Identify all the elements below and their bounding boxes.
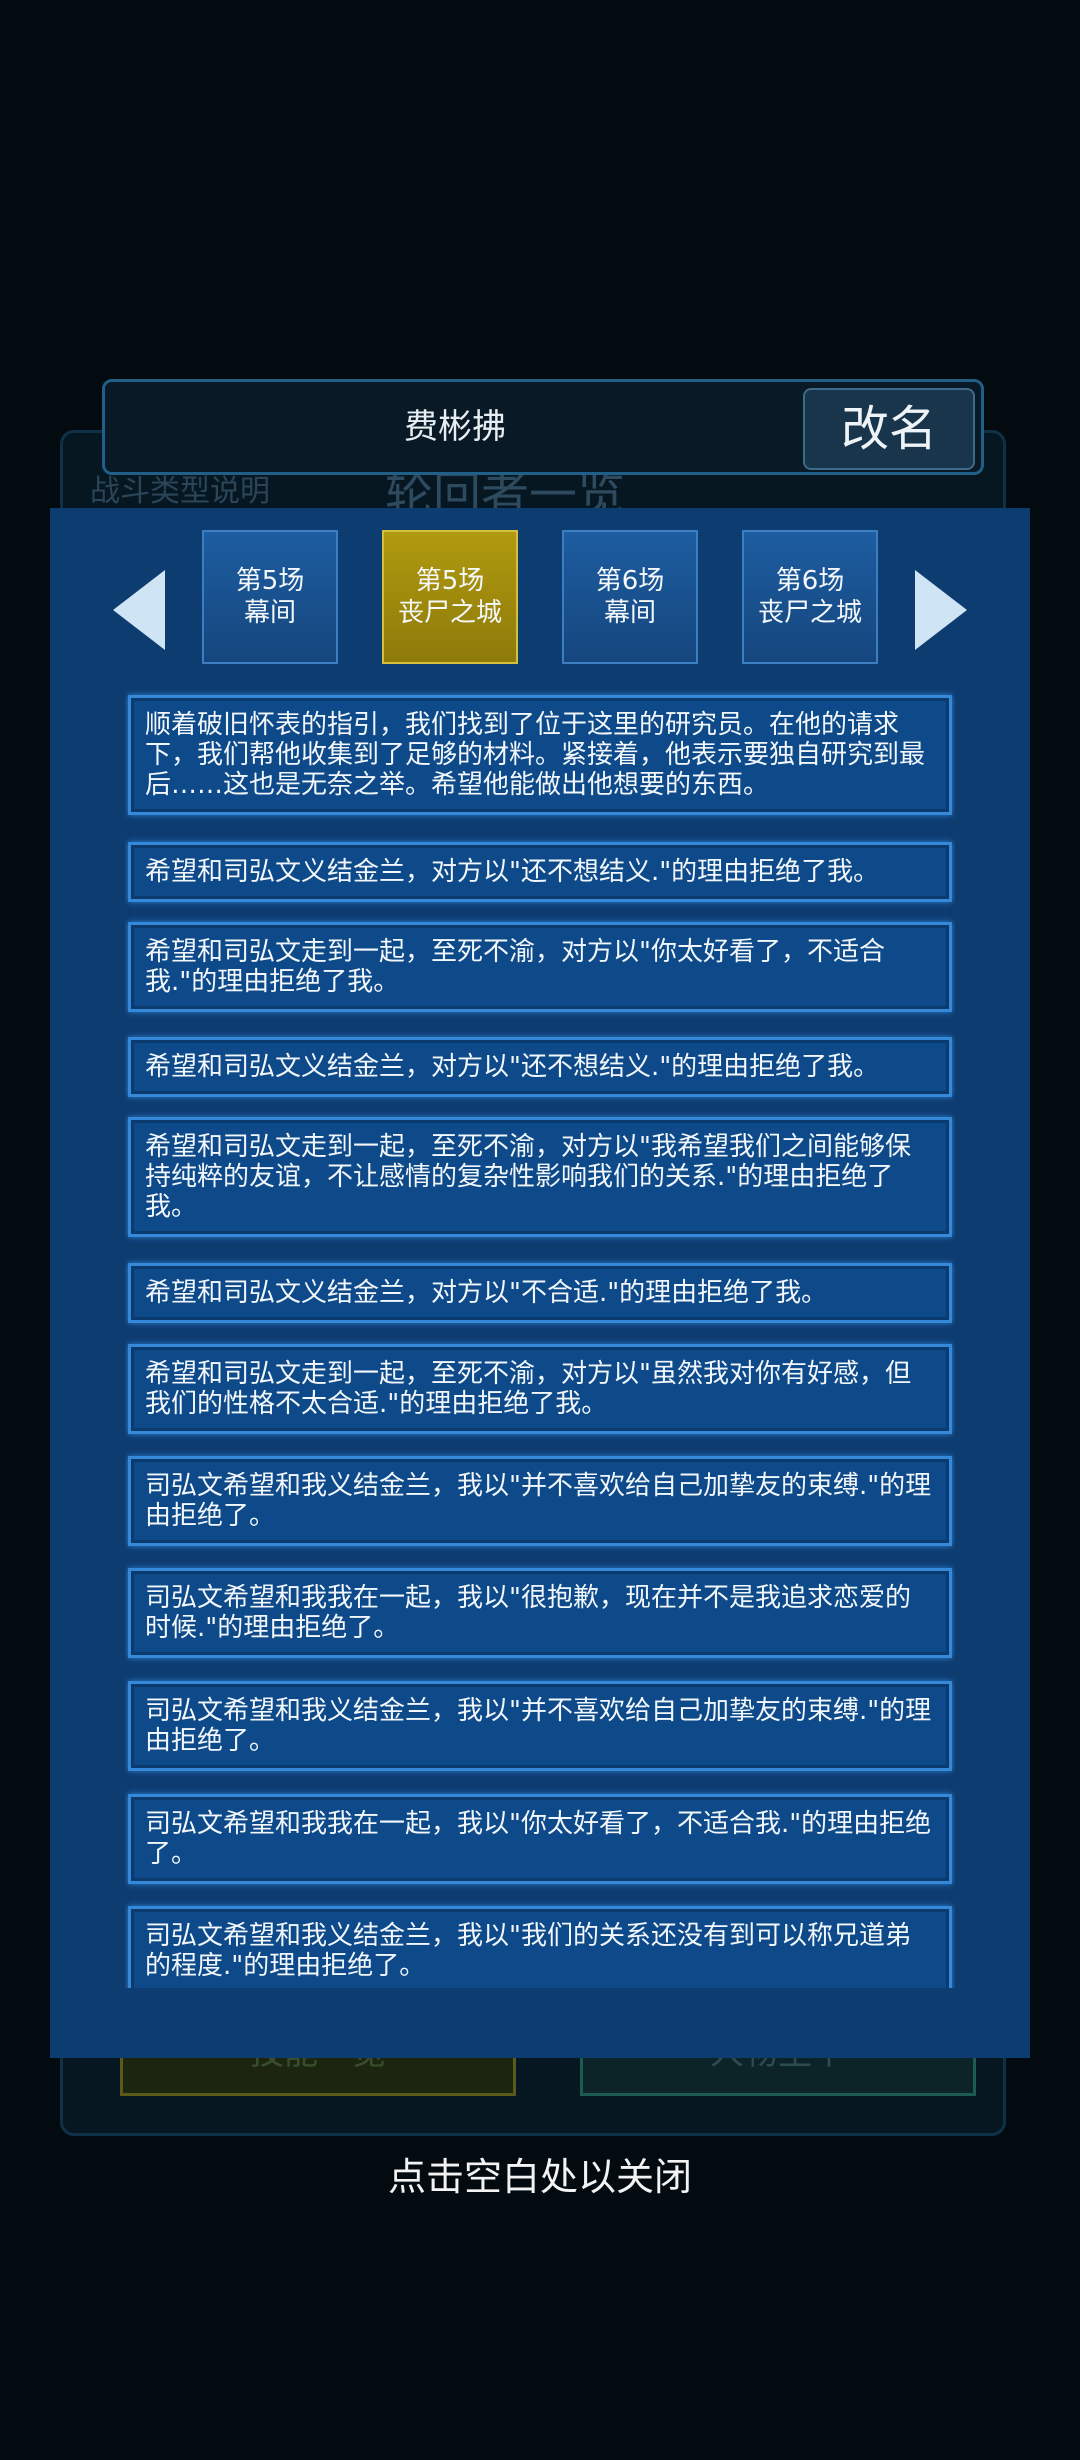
list-item: 司弘文希望和我我在一起，我以"很抱歉，现在并不是我追求恋爱的时候."的理由拒绝了…: [128, 1568, 952, 1658]
list-item: 希望和司弘文义结金兰，对方以"还不想结义."的理由拒绝了我。: [128, 1037, 952, 1097]
list-item: 希望和司弘文义结金兰，对方以"不合适."的理由拒绝了我。: [128, 1263, 952, 1323]
list-item: 司弘文希望和我义结金兰，我以"我们的关系还没有到可以称兄道弟的程度."的理由拒绝…: [128, 1906, 952, 1988]
tab-line2: 丧尸之城: [757, 598, 862, 628]
list-item: 司弘文希望和我我在一起，我以"你太好看了，不适合我."的理由拒绝了。: [128, 1794, 952, 1884]
tab-line1: 第6场: [775, 566, 845, 596]
close-hint[interactable]: 点击空白处以关闭: [0, 2146, 1080, 2201]
tab-line1: 第5场: [235, 566, 305, 596]
list-item: 顺着破旧怀表的指引，我们找到了位于这里的研究员。在他的请求下，我们帮他收集到了足…: [128, 695, 952, 815]
tab-line2: 幕间: [603, 598, 656, 628]
prev-arrow-icon[interactable]: [113, 570, 165, 650]
rename-button[interactable]: 改名: [803, 388, 975, 470]
list-item: 希望和司弘文走到一起，至死不渝，对方以"我希望我们之间能够保持纯粹的友谊，不让感…: [128, 1117, 952, 1237]
tab-line2: 丧尸之城: [397, 598, 502, 628]
list-item: 司弘文希望和我义结金兰，我以"并不喜欢给自己加挚友的束缚."的理由拒绝了。: [128, 1456, 952, 1546]
tab-scene-5-interlude[interactable]: 第5场 幕间: [202, 530, 338, 664]
tab-scene-6-interlude[interactable]: 第6场 幕间: [562, 530, 698, 664]
list-item: 司弘文希望和我义结金兰，我以"并不喜欢给自己加挚友的束缚."的理由拒绝了。: [128, 1681, 952, 1771]
event-log-list[interactable]: 顺着破旧怀表的指引，我们找到了位于这里的研究员。在他的请求下，我们帮他收集到了足…: [125, 690, 955, 1988]
name-bar: 费彬拂 改名: [102, 379, 984, 475]
tab-scene-5-zombie-city[interactable]: 第5场 丧尸之城: [382, 530, 518, 664]
tab-line1: 第5场: [415, 566, 485, 596]
list-item: 希望和司弘文义结金兰，对方以"还不想结义."的理由拒绝了我。: [128, 842, 952, 902]
next-arrow-icon[interactable]: [915, 570, 967, 650]
character-name: 费彬拂: [404, 407, 506, 447]
list-item: 希望和司弘文走到一起，至死不渝，对方以"你太好看了，不适合我."的理由拒绝了我。: [128, 922, 952, 1012]
tab-line2: 幕间: [243, 598, 296, 628]
tab-scene-6-zombie-city[interactable]: 第6场 丧尸之城: [742, 530, 878, 664]
list-item: 希望和司弘文走到一起，至死不渝，对方以"虽然我对你有好感，但我们的性格不太合适.…: [128, 1344, 952, 1434]
tab-line1: 第6场: [595, 566, 665, 596]
